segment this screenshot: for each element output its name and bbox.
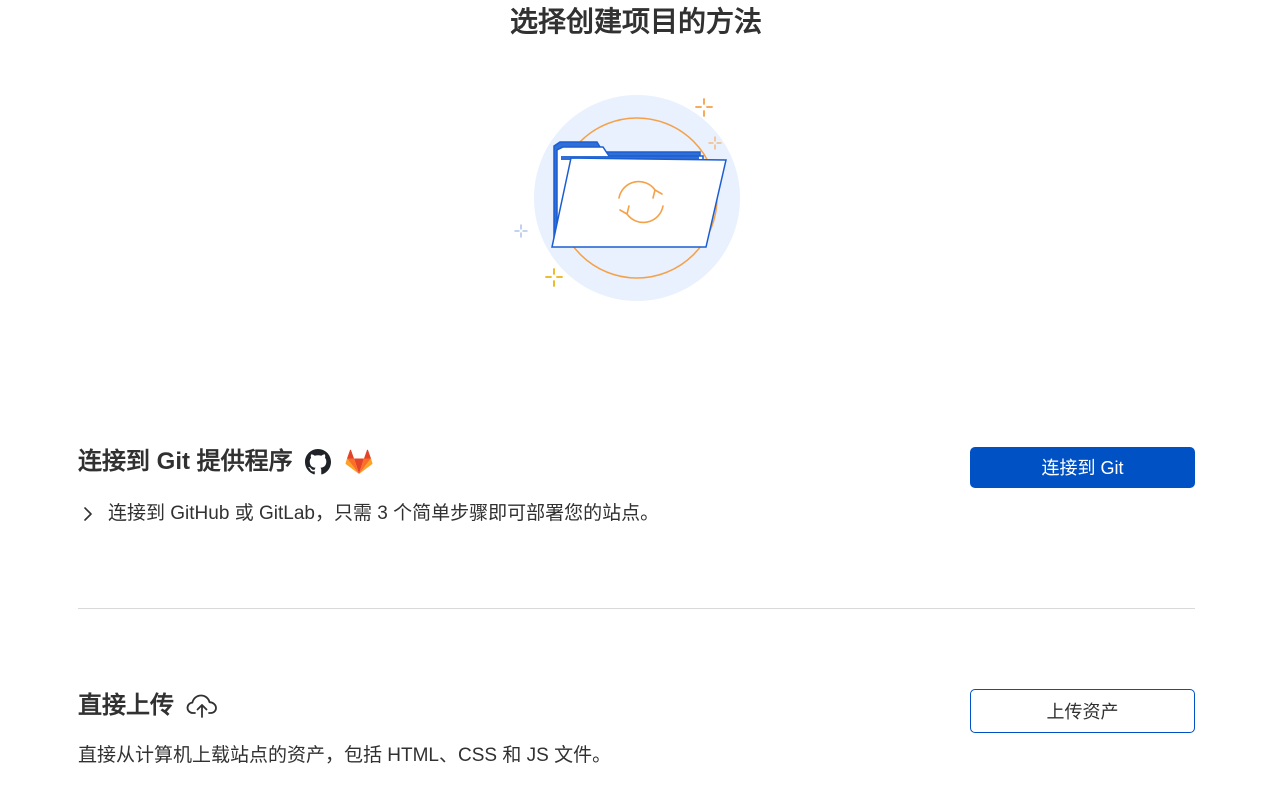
upload-section-description: 直接从计算机上载站点的资产，包括 HTML、CSS 和 JS 文件。 [78,745,612,766]
connect-git-button[interactable]: 连接到 Git [970,447,1195,488]
gitlab-icon [345,449,373,475]
git-section-description-row: 连接到 GitHub 或 GitLab，只需 3 个简单步骤即可部署您的站点。 [78,502,1195,526]
upload-section-title: 直接上传 [78,692,174,719]
direct-upload-section: 直接上传 直接从计算机上载站点的资产，包括 HTML、CSS 和 JS 文件。 … [78,684,1195,768]
upload-assets-button[interactable]: 上传资产 [970,689,1195,733]
git-section-title: 连接到 Git 提供程序 [78,448,293,475]
page-title: 选择创建项目的方法 [509,6,762,37]
upload-section-description-row: 直接从计算机上载站点的资产，包括 HTML、CSS 和 JS 文件。 [78,744,1195,768]
chevron-right-icon[interactable] [78,502,98,526]
section-divider [78,608,1195,609]
git-provider-section: 连接到 Git 提供程序 连接到 GitHub 或 GitLab，只需 3 个简… [78,440,1195,526]
git-section-description: 连接到 GitHub 或 GitLab，只需 3 个简单步骤即可部署您的站点。 [108,503,660,524]
cloud-upload-icon [186,693,218,719]
create-project-page: 选择创建项目的方法 连接到 Git 提供程序 连接到 GitHub 或 GitL… [0,0,1269,801]
github-icon [304,449,331,475]
folder-sync-illustration [505,90,745,310]
